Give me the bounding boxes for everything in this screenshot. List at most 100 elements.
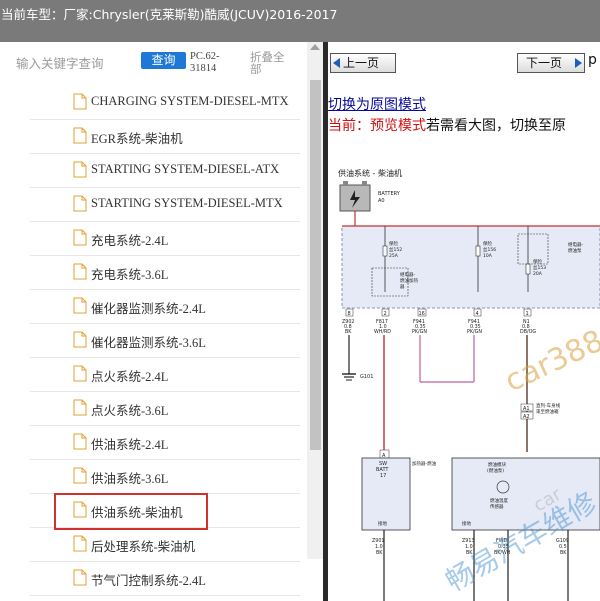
title-bar: 当前车型：厂家:Chrysler(克莱斯勒)酷威(JCUV)2016-2017 bbox=[0, 0, 600, 42]
svg-text:8: 8 bbox=[348, 311, 351, 317]
wire-codes: Z9020.8BK F8171.0WH/RD F9410.35PK/GN F94… bbox=[342, 319, 536, 335]
svg-text:2: 2 bbox=[384, 311, 387, 317]
search-input[interactable] bbox=[16, 52, 136, 74]
svg-text:(燃油泵): (燃油泵) bbox=[487, 467, 504, 474]
tree-item[interactable]: STARTING SYSTEM-DIESEL-ATX bbox=[30, 154, 300, 188]
svg-text:17: 17 bbox=[380, 473, 386, 479]
svg-text:接地: 接地 bbox=[462, 520, 471, 527]
tree-item[interactable]: 点火系统-3.6L bbox=[30, 392, 300, 426]
document-icon bbox=[73, 161, 87, 178]
switch-original-mode-link[interactable]: 切换为原图模式 bbox=[328, 94, 426, 114]
tree-item-label: 点火系统-2.4L bbox=[91, 370, 169, 384]
arrow-left-icon bbox=[333, 58, 340, 68]
left-panel: 查询 PC.62-31814 折叠全部 CHARGING SYSTEM-DIES… bbox=[0, 42, 323, 601]
svg-text:4: 4 bbox=[476, 311, 479, 317]
wiring-diagram-svg: 供油系统 - 柴油机 BATTERY A0 保险 丝152 25A 继电器- 燃… bbox=[338, 168, 600, 601]
svg-text:接地: 接地 bbox=[378, 520, 387, 527]
current-car-model: 当前车型：厂家:Chrysler(克莱斯勒)酷威(JCUV)2016-2017 bbox=[1, 7, 338, 22]
query-button[interactable]: 查询 bbox=[141, 52, 186, 69]
svg-text:保险: 保险 bbox=[389, 240, 398, 247]
tree-item-label: 供油系统-2.4L bbox=[91, 438, 169, 452]
tree-item-label: 催化器监测系统-3.6L bbox=[91, 336, 206, 350]
arrow-right-icon bbox=[575, 58, 582, 68]
svg-text:传感器: 传感器 bbox=[490, 503, 504, 510]
tree-item[interactable]: 催化器监测系统-3.6L bbox=[30, 324, 300, 358]
tree-item-label: 充电系统-2.4L bbox=[91, 234, 169, 248]
tree-item-label: STARTING SYSTEM-DIESEL-ATX bbox=[91, 162, 280, 176]
document-icon bbox=[73, 365, 87, 382]
tree-item-label: EGR系统-柴油机 bbox=[91, 132, 183, 146]
svg-text:Z901: Z901 bbox=[372, 538, 384, 544]
diagram-title: 供油系统 - 柴油机 bbox=[338, 168, 402, 178]
svg-text:PK/GN: PK/GN bbox=[412, 329, 427, 335]
tree-item[interactable]: 后处理系统-柴油机 bbox=[30, 528, 300, 562]
document-icon bbox=[73, 535, 87, 552]
svg-text:Z913: Z913 bbox=[462, 538, 474, 544]
svg-text:燃油泵: 燃油泵 bbox=[568, 247, 582, 254]
battery-code: A0 bbox=[378, 198, 385, 204]
svg-text:器: 器 bbox=[400, 284, 405, 290]
svg-text:燃油加热: 燃油加热 bbox=[400, 277, 418, 284]
tree-item[interactable]: 催化器监测系统-2.4L bbox=[30, 290, 300, 324]
tree-item-label: CHARGING SYSTEM-DIESEL-MTX bbox=[91, 94, 289, 108]
ground-g101: G101 bbox=[360, 374, 373, 380]
tree-item-label: STARTING SYSTEM-DIESEL-MTX bbox=[91, 196, 283, 210]
svg-text:丝152: 丝152 bbox=[389, 246, 402, 253]
document-icon bbox=[73, 331, 87, 348]
svg-text:25A: 25A bbox=[389, 253, 399, 259]
scroll-thumb[interactable] bbox=[310, 80, 321, 450]
tree-item[interactable]: 充电系统-2.4L bbox=[30, 222, 300, 256]
tree-item-label: 充电系统-3.6L bbox=[91, 268, 169, 282]
document-icon bbox=[73, 467, 87, 484]
document-icon bbox=[73, 229, 87, 246]
svg-text:10A: 10A bbox=[483, 253, 493, 259]
relay-heater-label: 继电器- bbox=[400, 271, 415, 278]
diagram-viewer: 上一页 下一页 p 切换为原图模式 当前：预览模式若需看大图，切换至原 供油系统… bbox=[328, 42, 600, 601]
page-nav-bar: 上一页 下一页 p bbox=[328, 42, 600, 82]
svg-text:20A: 20A bbox=[533, 271, 543, 277]
relay-pump-label: 继电器- bbox=[568, 241, 583, 248]
search-row: 查询 PC.62-31814 折叠全部 bbox=[0, 42, 323, 86]
tree-item-label: 点火系统-3.6L bbox=[91, 404, 169, 418]
battery-label: BATTERY bbox=[378, 191, 401, 197]
document-tree: CHARGING SYSTEM-DIESEL-MTX EGR系统-柴油机 START… bbox=[0, 86, 305, 601]
tree-item-label: 供油系统-3.6L bbox=[91, 472, 169, 486]
tree-item[interactable]: 供油系统-3.6L bbox=[30, 460, 300, 494]
tree-item[interactable]: 供油系统-2.4L bbox=[30, 426, 300, 460]
svg-text:A2: A2 bbox=[523, 414, 530, 420]
heater-label: 加热器-燃油 bbox=[412, 460, 437, 467]
prev-page-button[interactable]: 上一页 bbox=[330, 53, 396, 73]
svg-text:1.0: 1.0 bbox=[375, 544, 383, 550]
tree-item[interactable]: 供油系统-柴油机 bbox=[30, 493, 300, 530]
svg-text:BK: BK bbox=[376, 550, 383, 556]
selection-highlight bbox=[54, 493, 208, 530]
document-icon bbox=[73, 127, 87, 144]
document-icon bbox=[73, 399, 87, 416]
svg-text:1: 1 bbox=[526, 311, 529, 317]
svg-text:燃油模块: 燃油模块 bbox=[488, 461, 506, 468]
tree-item[interactable]: STARTING SYSTEM-DIESEL-MTX bbox=[30, 188, 300, 222]
svg-text:直列-车身线: 直列-车身线 bbox=[536, 402, 561, 409]
tree-item[interactable]: 节气门控制系统-2.4L bbox=[30, 562, 300, 596]
tree-item-label: 节气门控制系统-2.4L bbox=[91, 574, 206, 588]
tree-item[interactable]: 点火系统-2.4L bbox=[30, 358, 300, 392]
svg-text:PK/GN: PK/GN bbox=[467, 329, 482, 335]
collapse-all-button[interactable]: 折叠全部 bbox=[250, 51, 290, 75]
next-page-button[interactable]: 下一页 bbox=[517, 53, 585, 73]
tree-item[interactable]: 充电系统-3.6L bbox=[30, 256, 300, 290]
scroll-up-arrow-icon[interactable] bbox=[310, 44, 320, 50]
tree-scrollbar[interactable] bbox=[307, 42, 323, 559]
tree-item[interactable]: CHARGING SYSTEM-DIESEL-MTX bbox=[30, 86, 300, 120]
current-mode-line: 当前：预览模式若需看大图，切换至原 bbox=[328, 118, 566, 134]
nav-extra-text: p bbox=[588, 52, 597, 68]
battery-icon bbox=[339, 181, 371, 212]
svg-text:A1: A1 bbox=[523, 406, 530, 412]
tree-item[interactable]: EGR系统-柴油机 bbox=[30, 120, 300, 154]
svg-text:丝156: 丝156 bbox=[483, 246, 496, 253]
tree-item-label: 催化器监测系统-2.4L bbox=[91, 302, 206, 316]
wiring-diagram[interactable]: 供油系统 - 柴油机 BATTERY A0 保险 丝152 25A 继电器- 燃… bbox=[328, 142, 600, 601]
document-icon bbox=[73, 569, 87, 586]
document-icon bbox=[73, 195, 87, 212]
svg-text:丝153: 丝153 bbox=[533, 264, 546, 271]
document-icon bbox=[73, 263, 87, 280]
